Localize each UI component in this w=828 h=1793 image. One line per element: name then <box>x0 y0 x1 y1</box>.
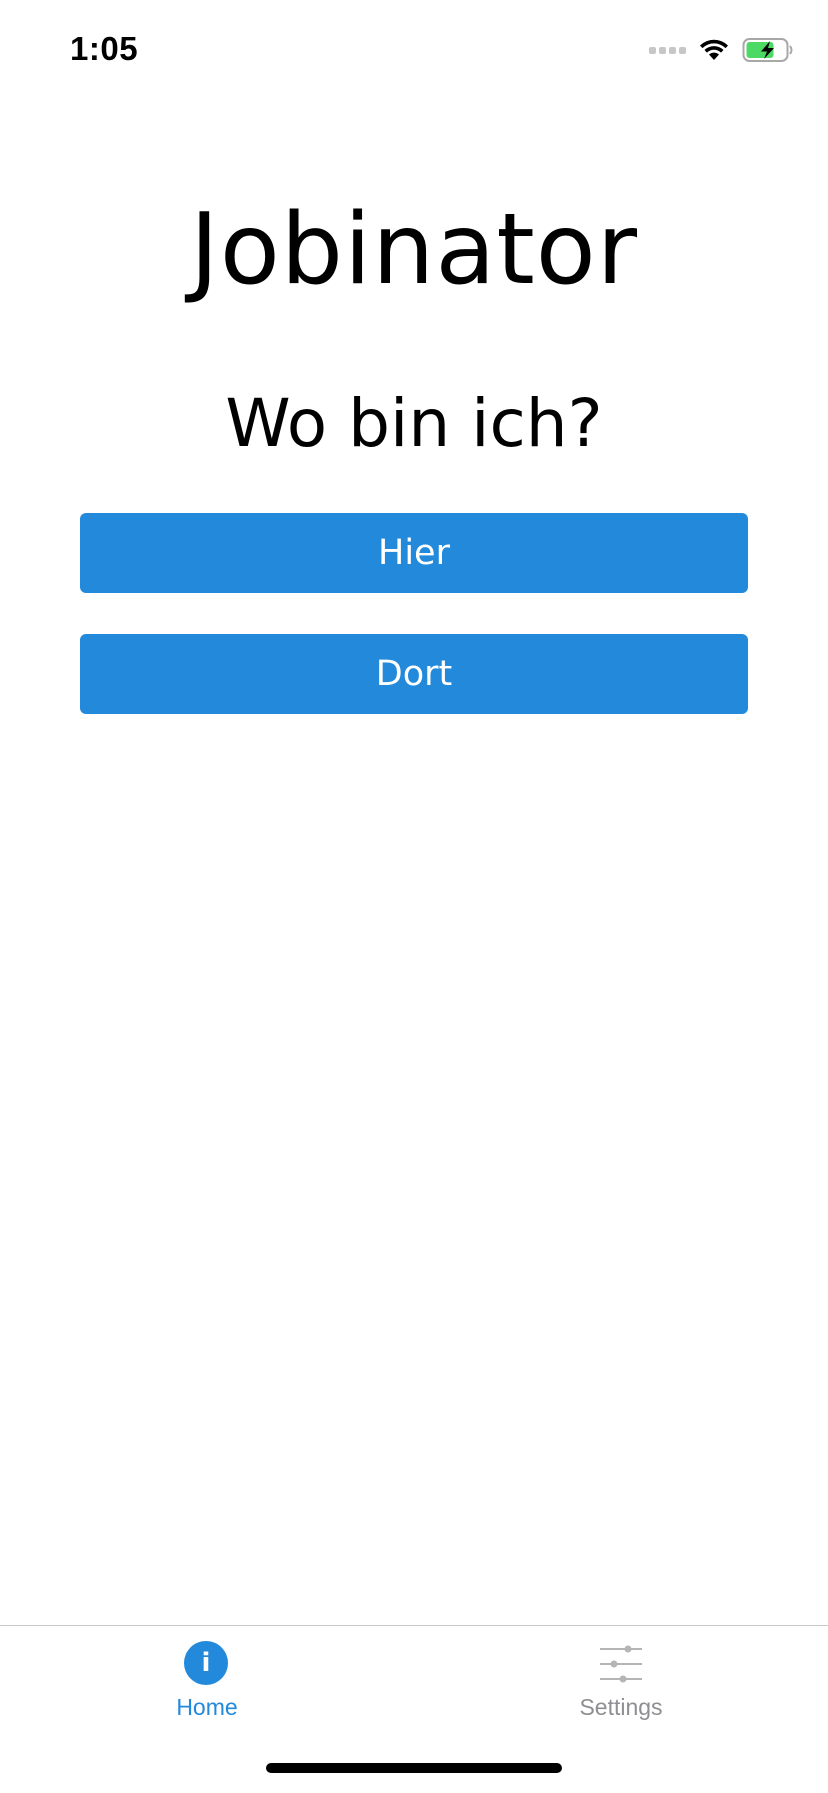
app-title: Jobinator <box>189 193 639 307</box>
status-bar: 1:05 <box>0 0 828 100</box>
cellular-signal-icon <box>649 46 686 54</box>
tab-settings-label: Settings <box>579 1694 663 1720</box>
question-heading: Wo bin ich? <box>225 385 603 462</box>
status-time: 1:05 <box>70 30 139 67</box>
tab-settings[interactable]: Settings <box>414 1626 828 1736</box>
status-icons <box>649 36 794 64</box>
tab-home[interactable]: i Home <box>0 1626 414 1736</box>
tab-home-label: Home <box>176 1694 238 1720</box>
home-indicator <box>266 1763 562 1773</box>
hier-button[interactable]: Hier <box>80 513 748 593</box>
sliders-icon <box>600 1645 642 1683</box>
wifi-icon <box>700 39 728 60</box>
dort-button-label: Dort <box>375 654 453 694</box>
hier-button-label: Hier <box>378 533 450 573</box>
dort-button[interactable]: Dort <box>80 634 748 714</box>
info-icon: i <box>184 1641 230 1687</box>
battery-charging-icon <box>742 38 793 62</box>
